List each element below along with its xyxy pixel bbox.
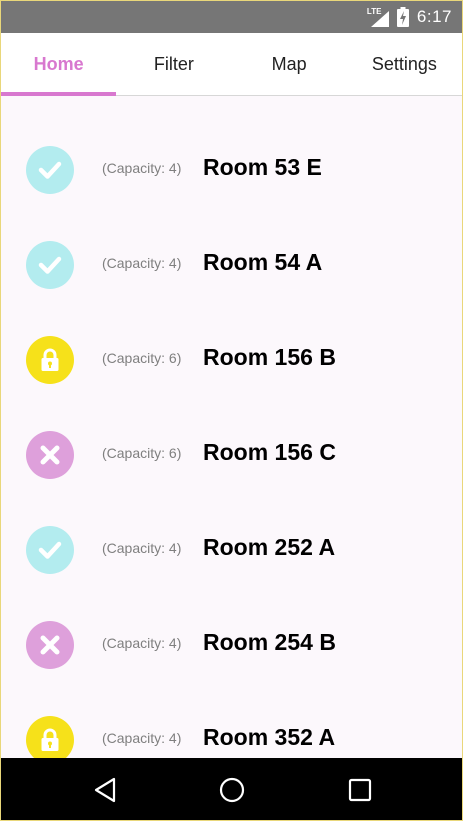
room-name: Room 252 A <box>203 534 336 560</box>
check-icon <box>26 241 74 289</box>
battery-charging-icon <box>396 7 409 27</box>
x-icon <box>26 431 74 479</box>
room-list: (Capacity: 4) Room 53 E (Capacity: 4) Ro… <box>1 96 462 758</box>
check-icon <box>26 146 74 194</box>
room-name: Room 156 B <box>203 344 336 370</box>
tab-bar: Home Filter Map Settings <box>1 33 462 96</box>
room-capacity: (Capacity: 4) <box>102 160 182 176</box>
status-bar: LTE 6:17 <box>1 1 462 33</box>
status-bar-icons: LTE 6:17 <box>367 1 452 33</box>
lock-icon <box>26 716 74 758</box>
room-name: Room 352 A <box>203 724 336 750</box>
tab-settings[interactable]: Settings <box>347 33 462 95</box>
room-capacity: (Capacity: 4) <box>102 255 182 271</box>
room-row[interactable]: (Capacity: 4) Room 352 A <box>1 692 462 758</box>
system-nav-bar <box>1 758 462 820</box>
room-row[interactable]: (Capacity: 4) Room 252 A <box>1 502 462 597</box>
x-icon <box>26 621 74 669</box>
room-name: Room 53 E <box>203 154 322 180</box>
check-icon <box>26 526 74 574</box>
room-capacity: (Capacity: 6) <box>102 445 182 461</box>
home-circle-icon[interactable] <box>218 776 246 804</box>
room-capacity: (Capacity: 4) <box>102 730 182 746</box>
room-row[interactable]: (Capacity: 4) Room 53 E <box>1 122 462 217</box>
room-name: Room 156 C <box>203 439 336 465</box>
tab-filter[interactable]: Filter <box>116 33 231 95</box>
room-name: Room 54 A <box>203 249 323 275</box>
room-capacity: (Capacity: 4) <box>102 635 182 651</box>
back-icon[interactable] <box>92 776 120 804</box>
tab-home[interactable]: Home <box>1 33 117 96</box>
app-frame: LTE 6:17 Home Filter Map Settings (Capac… <box>0 0 463 821</box>
room-capacity: (Capacity: 6) <box>102 350 182 366</box>
lte-signal-icon: LTE <box>367 7 389 27</box>
room-capacity: (Capacity: 4) <box>102 540 182 556</box>
tab-map[interactable]: Map <box>232 33 347 95</box>
room-row[interactable]: (Capacity: 4) Room 54 A <box>1 217 462 312</box>
room-row[interactable]: (Capacity: 4) Room 254 B <box>1 597 462 692</box>
room-name: Room 254 B <box>203 629 336 655</box>
clock: 6:17 <box>416 7 452 26</box>
room-row[interactable]: (Capacity: 6) Room 156 C <box>1 407 462 502</box>
lock-icon <box>26 336 74 384</box>
recents-square-icon[interactable] <box>346 776 374 804</box>
room-row[interactable]: (Capacity: 6) Room 156 B <box>1 312 462 407</box>
